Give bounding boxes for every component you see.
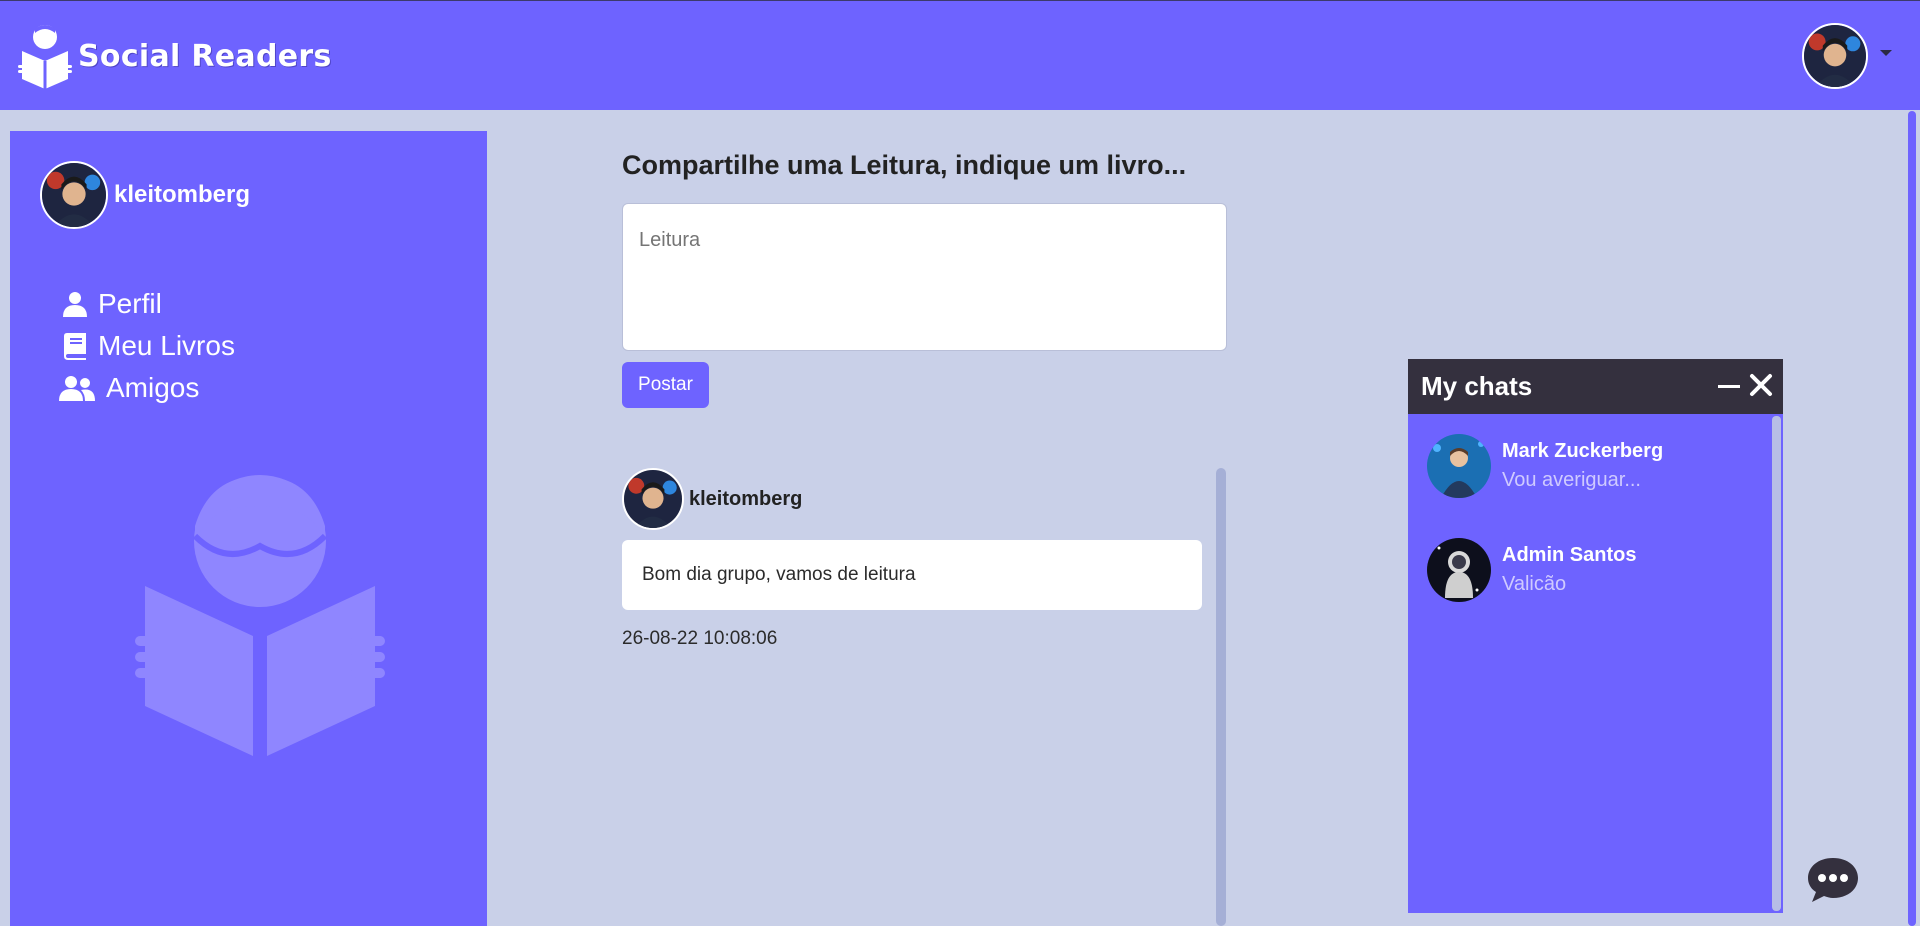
chat-last-message: Vou averiguar... [1502,469,1641,491]
user-avatar[interactable] [1802,23,1868,89]
brand-logo[interactable]: Social Readers [18,21,332,91]
post-input[interactable] [622,203,1227,351]
post-header: kleitomberg [622,468,1202,530]
top-navbar: Social Readers [0,0,1920,110]
post-button[interactable]: Postar [622,362,709,408]
sidebar-item-amigos[interactable]: Amigos [58,367,235,409]
book-icon [58,332,92,360]
sidebar-item-perfil[interactable]: Perfil [58,283,235,325]
sidebar-user[interactable]: kleitomberg [40,161,250,229]
chat-header: My chats [1408,359,1783,414]
composer-title: Compartilhe uma Leitura, indique um livr… [622,150,1187,180]
chat-bubble-icon[interactable] [1806,856,1860,904]
chat-scrollbar[interactable] [1772,416,1781,911]
sidebar-nav: Perfil Meu Livros Amigos [58,283,235,409]
close-icon[interactable] [1748,372,1774,398]
avatar[interactable] [622,468,684,530]
reader-logo-icon [18,25,72,89]
chat-conversation-text: Admin Santos Valicão [1502,544,1636,596]
sidebar-item-label: Meu Livros [98,330,235,361]
feed-post: kleitomberg Bom dia grupo, vamos de leit… [622,468,1202,650]
minimize-icon[interactable] [1718,385,1740,388]
user-icon [58,291,92,317]
avatar [1427,434,1491,498]
chat-panel: My chats Mark Zuckerberg Vou averiguar..… [1408,359,1783,913]
caret-down-icon[interactable] [1880,50,1892,56]
avatar [1427,538,1491,602]
chat-conversation-text: Mark Zuckerberg Vou averiguar... [1502,440,1663,492]
chat-contact-name: Mark Zuckerberg [1502,440,1664,462]
feed-scrollbar[interactable] [1216,468,1226,926]
reader-with-book-illustration [135,475,385,756]
chat-title: My chats [1421,371,1533,401]
sidebar: kleitomberg Perfil Meu Livros Amigos [10,131,487,926]
feed: kleitomberg Bom dia grupo, vamos de leit… [622,468,1202,650]
chat-list: Mark Zuckerberg Vou averiguar... Admin S… [1408,414,1770,622]
chat-conversation[interactable]: Mark Zuckerberg Vou averiguar... [1408,414,1770,518]
sidebar-item-meu-livros[interactable]: Meu Livros [58,325,235,367]
chat-contact-name: Admin Santos [1502,544,1637,566]
post-body: Bom dia grupo, vamos de leitura [622,540,1202,610]
post-username[interactable]: kleitomberg [689,488,802,511]
sidebar-username: kleitomberg [114,181,251,208]
chat-last-message: Valicão [1502,573,1567,595]
sidebar-item-label: Amigos [106,372,200,403]
chat-conversation[interactable]: Admin Santos Valicão [1408,518,1770,622]
post-timestamp: 26-08-22 10:08:06 [622,628,778,649]
page-scrollbar[interactable] [1908,111,1916,926]
brand-name: Social Readers [78,38,332,74]
avatar [40,161,108,229]
sidebar-item-label: Perfil [98,288,162,319]
users-icon [58,375,96,401]
